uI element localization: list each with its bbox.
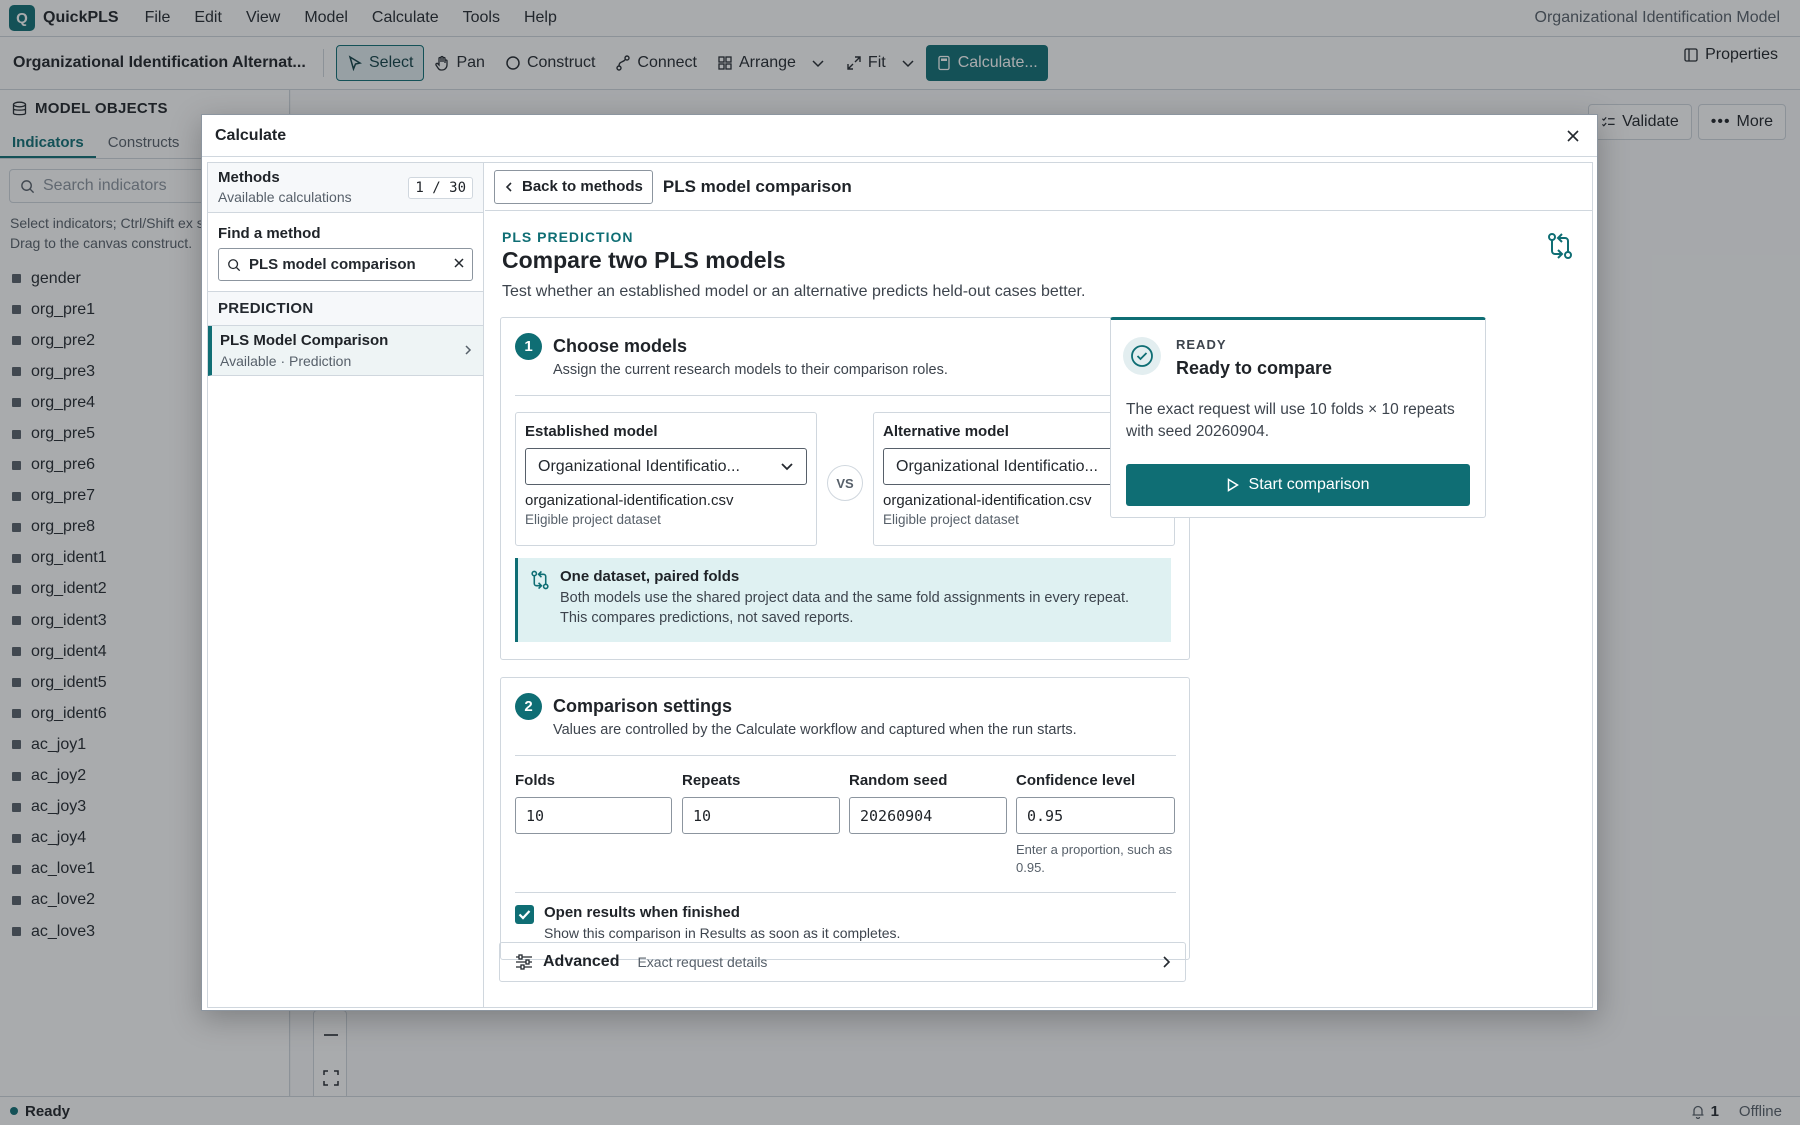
compare-arrows-icon [1548, 233, 1572, 259]
method-heading: Compare two PLS models [502, 247, 786, 273]
method-detail-pane: Back to methods PLS model comparison PLS… [485, 163, 1592, 1007]
step-subtitle: Values are controlled by the Calculate w… [553, 722, 1077, 738]
start-comparison-button[interactable]: Start comparison [1126, 464, 1470, 506]
checkmark-icon [518, 910, 531, 920]
open-results-description: Show this comparison in Results as soon … [544, 925, 901, 941]
confidence-input[interactable]: 0.95 [1016, 797, 1175, 834]
folds-field: Folds 10 [515, 772, 672, 834]
folds-label: Folds [515, 772, 555, 789]
methods-count-badge: 1 / 30 [408, 177, 473, 199]
method-item-subtitle: Available · Prediction [220, 353, 352, 369]
divider [515, 892, 1176, 893]
comparison-settings-card: 2 Comparison settings Values are control… [500, 677, 1190, 960]
notice-text: Both models use the shared project data … [560, 590, 1130, 626]
divider [515, 395, 1176, 396]
notice-title: One dataset, paired folds [560, 568, 740, 585]
method-search-value: PLS model comparison [249, 256, 416, 273]
method-group-heading: PREDICTION [208, 292, 483, 326]
vs-badge: VS [827, 465, 863, 501]
established-model-value: Organizational Identificatio... [538, 457, 740, 475]
compare-arrows-icon [531, 570, 549, 590]
alternative-model-value: Organizational Identificatio... [896, 457, 1098, 475]
method-description: Test whether an established model or an … [502, 283, 1086, 300]
established-model-select[interactable]: Organizational Identificatio... [525, 448, 807, 485]
dialog-body: Methods Available calculations 1 / 30 Fi… [207, 162, 1593, 1008]
find-method-section: Find a method PLS model comparison [208, 213, 483, 292]
divider [515, 755, 1176, 756]
method-category: PLS PREDICTION [502, 229, 634, 245]
close-icon[interactable] [1563, 126, 1583, 146]
step-title: Comparison settings [553, 696, 733, 716]
back-to-methods-button[interactable]: Back to methods [494, 169, 653, 204]
find-method-label: Find a method [218, 225, 321, 242]
confidence-hint: Enter a proportion, such as 0.95. [1016, 842, 1173, 875]
dialog-title: Calculate [202, 115, 1597, 157]
repeats-input[interactable]: 10 [682, 797, 840, 834]
choose-models-card: 1 Choose models Assign the current resea… [500, 317, 1190, 660]
search-icon [228, 258, 241, 271]
clear-search-icon[interactable] [452, 256, 466, 270]
advanced-title: Advanced [543, 953, 620, 970]
step-number: 2 [515, 693, 542, 720]
step-subtitle: Assign the current research models to th… [553, 362, 948, 378]
folds-input[interactable]: 10 [515, 797, 672, 834]
detail-title: PLS model comparison [662, 176, 852, 196]
seed-field: Random seed 20260904 [849, 772, 1007, 834]
ready-panel: READY Ready to compare The exact request… [1110, 317, 1486, 518]
established-model-label: Established model [525, 423, 658, 440]
established-dataset-note: Eligible project dataset [525, 512, 661, 527]
chevron-down-icon [781, 462, 793, 470]
play-icon [1227, 478, 1239, 492]
chevron-right-icon [465, 345, 472, 355]
open-results-label[interactable]: Open results when finished [544, 904, 900, 921]
back-label: Back to methods [522, 178, 643, 195]
paired-folds-notice: One dataset, paired folds Both models us… [515, 558, 1171, 642]
method-item-pls-model-comparison[interactable]: PLS Model Comparison Available · Predict… [208, 326, 483, 376]
seed-input[interactable]: 20260904 [849, 797, 1007, 834]
confidence-field: Confidence level 0.95 Enter a proportion… [1016, 772, 1175, 877]
established-model-box: Established model Organizational Identif… [515, 412, 817, 546]
step-2-heading: 2 Comparison settings [515, 693, 1189, 720]
ready-description: The exact request will use 10 folds × 10… [1126, 401, 1455, 440]
start-comparison-label: Start comparison [1248, 476, 1370, 493]
step-1-heading: 1 Choose models [515, 333, 1189, 360]
advanced-section-toggle[interactable]: Advanced Exact request details [499, 942, 1186, 982]
methods-pane: Methods Available calculations 1 / 30 Fi… [208, 163, 484, 1007]
calculate-dialog: Calculate Methods Available calculations… [201, 114, 1598, 1011]
methods-header: Methods Available calculations 1 / 30 [208, 163, 483, 213]
ready-title: Ready to compare [1176, 358, 1333, 378]
repeats-field: Repeats 10 [682, 772, 840, 834]
detail-header: Back to methods PLS model comparison [485, 163, 1592, 211]
step-title: Choose models [553, 336, 688, 356]
open-results-option: Open results when finished Show this com… [515, 904, 900, 941]
chevron-left-icon [505, 181, 512, 192]
method-item-title: PLS Model Comparison [220, 332, 389, 349]
chevron-right-icon [1163, 956, 1171, 968]
ready-status: READY [1176, 337, 1227, 352]
repeats-label: Repeats [682, 772, 741, 789]
seed-label: Random seed [849, 772, 948, 789]
check-circle-icon [1123, 337, 1161, 375]
sliders-icon [516, 954, 532, 970]
advanced-subtitle: Exact request details [637, 954, 768, 970]
established-dataset-file: organizational-identification.csv [525, 492, 734, 509]
confidence-label: Confidence level [1016, 772, 1136, 789]
open-results-checkbox[interactable] [515, 905, 534, 924]
step-number: 1 [515, 333, 542, 360]
method-search-input[interactable]: PLS model comparison [218, 248, 473, 281]
